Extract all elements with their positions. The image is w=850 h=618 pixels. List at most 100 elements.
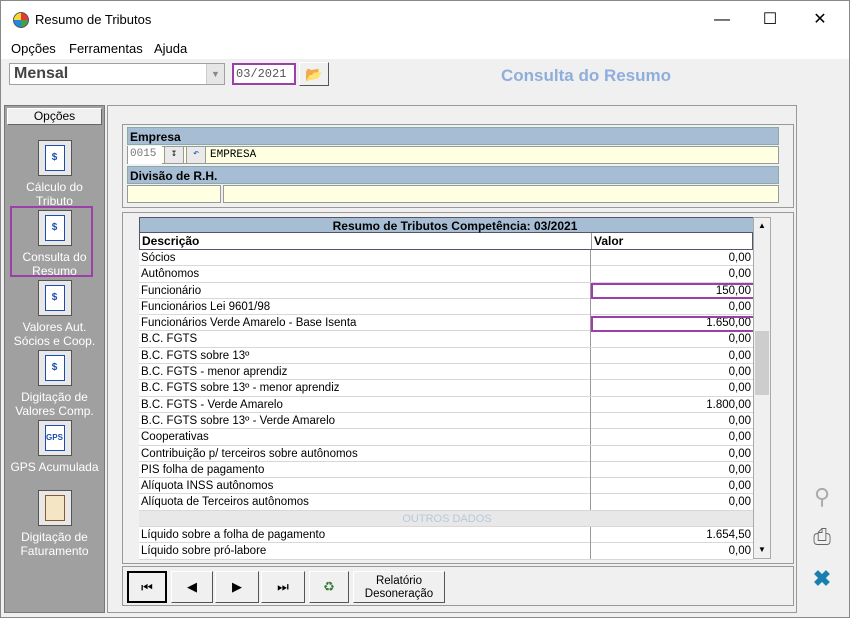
undo-icon[interactable]: ↶ <box>186 146 206 164</box>
printer-icon[interactable]: ⎙ <box>801 519 843 557</box>
maximize-button[interactable]: ☐ <box>747 7 793 33</box>
cell-valor: 0,00 <box>728 333 751 346</box>
prev-record-button[interactable]: ◀ <box>171 571 213 603</box>
table-row[interactable]: Líquido sobre a folha de pagamento 1.654,… <box>139 527 753 544</box>
nav-bar: ⏮ ◀ ▶ ⏭ ♻ Relatório Desoneração <box>122 566 794 606</box>
cell-descricao: Alíquota de Terceiros autônomos <box>139 494 591 511</box>
grid-scrollbar[interactable]: ▲ ▼ <box>753 217 771 559</box>
grid-title: Resumo de Tributos Competência: 03/2021 <box>139 217 771 233</box>
sidebar-item-label: GPS Acumulada <box>10 460 99 474</box>
sidebar-item-faturamento[interactable]: Digitação de Faturamento <box>7 490 102 558</box>
cell-descricao: B.C. FGTS sobre 13º - Verde Amarelo <box>139 412 591 429</box>
cell-valor: 0,00 <box>728 349 751 362</box>
cell-valor: 0,00 <box>728 252 751 264</box>
section-separator[interactable]: OUTROS DADOS <box>139 510 753 528</box>
app-window: Resumo de Tributos — ☐ ✕ Opções Ferramen… <box>0 0 850 618</box>
recycle-bin-icon[interactable]: ♻ <box>309 571 349 603</box>
cell-valor: 0,00 <box>728 300 751 313</box>
scroll-down-icon[interactable]: ▼ <box>754 542 770 558</box>
page-header: Consulta do Resumo <box>501 66 672 85</box>
last-record-button[interactable]: ⏭ <box>261 571 305 603</box>
chevron-down-icon[interactable]: ▼ <box>206 64 224 84</box>
cell-descricao: Sócios <box>139 250 591 266</box>
empresa-panel: Empresa 0015 ↧ ↶ EMPRESA Divisão de R.H. <box>122 124 794 208</box>
sidebar-item-calculo[interactable]: $ Cálculo do Tributo <box>7 140 102 208</box>
table-row[interactable]: B.C. FGTS sobre 13º 0,00 <box>139 347 753 365</box>
cell-valor: 0,00 <box>728 414 751 427</box>
table-row[interactable]: Sócios 0,00 <box>139 250 753 267</box>
competencia-input[interactable]: 03/2021 <box>232 63 296 85</box>
selection-highlight <box>10 206 93 277</box>
cell-descricao: Funcionário <box>139 282 591 299</box>
cell-descricao: OUTROS DADOS <box>402 512 492 525</box>
divisao-name-input[interactable] <box>223 185 779 203</box>
col-valor: Valor <box>594 234 624 248</box>
cell-descricao: B.C. FGTS sobre 13º - menor aprendiz <box>139 380 591 397</box>
tributos-grid: Resumo de Tributos Competência: 03/2021 … <box>122 212 794 564</box>
exit-icon[interactable]: ✖ <box>801 561 843 599</box>
relatorio-desoneracao-button[interactable]: Relatório Desoneração <box>353 571 445 603</box>
table-row[interactable]: B.C. FGTS 0,00 <box>139 331 753 348</box>
cell-descricao: PIS folha de pagamento <box>139 461 591 478</box>
table-row[interactable]: Funcionários Lei 9601/98 0,00 <box>139 298 753 316</box>
minimize-button[interactable]: — <box>699 7 745 33</box>
title-bar: Resumo de Tributos — ☐ ✕ <box>1 1 849 39</box>
close-button[interactable]: ✕ <box>797 7 843 33</box>
cell-valor: 0,00 <box>728 431 751 444</box>
next-record-button[interactable]: ▶ <box>215 571 259 603</box>
table-row[interactable]: Autônomos 0,00 <box>139 266 753 283</box>
menu-ajuda[interactable]: Ajuda <box>154 41 187 56</box>
periodo-select[interactable]: Mensal ▼ <box>9 63 225 85</box>
window-title: Resumo de Tributos <box>35 12 152 27</box>
sidebar-item-gps[interactable]: GPS GPS Acumulada <box>7 420 102 474</box>
table-row[interactable]: B.C. FGTS - menor aprendiz 0,00 <box>139 364 753 381</box>
cell-valor: 0,00 <box>728 463 751 476</box>
cell-descricao: Funcionários Lei 9601/98 <box>139 298 591 315</box>
table-row[interactable]: Líquido sobre pró-labore 0,00 <box>139 543 753 560</box>
table-row[interactable]: Cooperativas 0,00 <box>139 429 753 446</box>
toolbar: Mensal ▼ 03/2021 📂 Consulta do Resumo <box>1 59 849 103</box>
table-row[interactable]: B.C. FGTS sobre 13º - Verde Amarelo 0,00 <box>139 412 753 430</box>
search-person-icon[interactable]: ⚲ <box>801 479 843 517</box>
cell-descricao: B.C. FGTS sobre 13º <box>139 347 591 364</box>
menu-ferramentas[interactable]: Ferramentas <box>69 41 143 56</box>
table-row[interactable]: Alíquota de Terceiros autônomos 0,00 <box>139 494 753 511</box>
cell-valor: 1.800,00 <box>706 398 751 411</box>
open-folder-icon[interactable]: 📂 <box>299 62 329 86</box>
sidebar-title: Opções <box>7 108 102 125</box>
cell-descricao: Cooperativas <box>139 429 591 446</box>
divisao-code-input[interactable] <box>127 185 221 203</box>
cell-valor: 0,00 <box>728 545 751 558</box>
table-row[interactable]: Alíquota INSS autônomos 0,00 <box>139 478 753 495</box>
download-arrow-icon[interactable]: ↧ <box>164 146 184 164</box>
table-row[interactable]: B.C. FGTS - Verde Amarelo 1.800,00 <box>139 396 753 413</box>
cell-valor: 1.654,50 <box>706 529 751 542</box>
grid-header: Descrição Valor <box>139 233 753 250</box>
scroll-up-icon[interactable]: ▲ <box>754 218 770 234</box>
app-icon <box>13 12 29 28</box>
cell-descricao: B.C. FGTS - Verde Amarelo <box>139 396 591 413</box>
divisao-label: Divisão de R.H. <box>127 166 779 184</box>
cell-valor: 0,00 <box>728 480 751 493</box>
table-row[interactable]: B.C. FGTS sobre 13º - menor aprendiz 0,00 <box>139 380 753 397</box>
table-row[interactable]: Contribuição p/ terceiros sobre autônomo… <box>139 445 753 462</box>
sidebar: Opções $ Cálculo do Tributo $ Consulta d… <box>4 105 105 613</box>
sidebar-item-digitacao-valores[interactable]: $ Digitação de Valores Comp. <box>7 350 102 418</box>
cell-descricao: Líquido sobre a folha de pagamento <box>139 527 591 544</box>
gps-document-icon: GPS <box>37 420 72 456</box>
first-record-button[interactable]: ⏮ <box>127 571 167 603</box>
sidebar-item-label: Cálculo do Tributo <box>26 180 83 208</box>
empresa-code-input[interactable]: 0015 <box>128 146 162 164</box>
empresa-label: Empresa <box>127 127 779 145</box>
sidebar-item-label: Digitação de Faturamento <box>20 530 89 558</box>
table-row[interactable]: PIS folha de pagamento 0,00 <box>139 461 753 479</box>
cell-descricao: B.C. FGTS <box>139 331 591 348</box>
main-panel: Empresa 0015 ↧ ↶ EMPRESA Divisão de R.H.… <box>107 105 797 613</box>
cell-descricao: B.C. FGTS - menor aprendiz <box>139 364 591 381</box>
cell-valor: 0,00 <box>728 366 751 379</box>
periodo-value: Mensal <box>14 65 69 82</box>
sidebar-item-valores-aut[interactable]: $ Valores Aut. Sócios e Coop. <box>7 280 102 348</box>
menu-opcoes[interactable]: Opções <box>11 41 56 56</box>
scroll-thumb[interactable] <box>755 331 769 395</box>
cell-descricao: Contribuição p/ terceiros sobre autônomo… <box>139 445 591 462</box>
